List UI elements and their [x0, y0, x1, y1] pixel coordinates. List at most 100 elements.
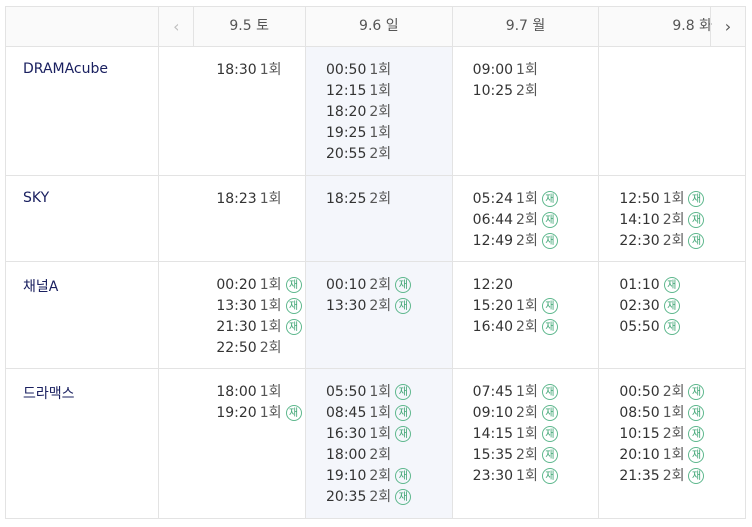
- rerun-badge-icon: 재: [541, 319, 558, 335]
- next-day-arrow-icon[interactable]: ›: [710, 7, 745, 46]
- airing-item: 08:50 1회 재: [599, 403, 745, 424]
- episode-number: 2회: [369, 489, 392, 505]
- airing-time: 18:20: [326, 104, 367, 120]
- airing-time: 08:45: [326, 405, 367, 421]
- airing-list: 18:25 2회: [306, 176, 452, 210]
- airing-list: 01:10 재 02:30 재 05:50 재: [599, 262, 745, 338]
- airing-list: 00:10 2회 재 13:30 2회 재: [306, 262, 452, 317]
- airing-item: 12:20: [453, 275, 599, 296]
- airing-time: 09:10: [472, 405, 514, 421]
- rerun-badge-icon: 재: [688, 233, 705, 249]
- airing-time: 08:50: [619, 405, 660, 421]
- episode-number: 2회: [369, 104, 392, 120]
- day-header-0: ‹ 9.5 토: [158, 6, 307, 47]
- airing-item: 13:30 2회 재: [306, 296, 452, 317]
- rerun-badge-icon: 재: [541, 405, 558, 421]
- airing-item: 16:30 1회 재: [306, 424, 452, 445]
- day-slot-cell: [598, 46, 746, 176]
- episode-number: 1회: [259, 405, 282, 421]
- airing-list: [599, 47, 745, 60]
- channel-name[interactable]: 드라맥스: [4, 368, 160, 519]
- airing-time: 12:50: [619, 191, 660, 207]
- airing-time: 13:30: [216, 298, 257, 314]
- day-slot-cell: 09:00 1회 10:25 2회: [451, 46, 600, 176]
- day-slot-cell: 18:00 1회 19:20 1회 재: [158, 368, 307, 519]
- airing-time: 16:30: [326, 426, 367, 442]
- airing-time: 05:50: [326, 384, 367, 400]
- airing-time: 18:30: [216, 62, 257, 78]
- day-header-3: 9.8 화 ›: [598, 6, 746, 47]
- airing-time: 10:25: [472, 83, 514, 99]
- episode-number: 1회: [259, 384, 282, 400]
- rerun-badge-icon: 재: [688, 426, 705, 442]
- airing-time: 12:20: [472, 277, 514, 293]
- rerun-badge-icon: 재: [395, 298, 412, 314]
- rerun-badge-icon: 재: [663, 298, 680, 314]
- episode-number: 2회: [369, 468, 392, 484]
- episode-number: 1회: [259, 298, 282, 314]
- channel-row: 드라맥스 18:00 1회 19:20 1회 재 05:50 1회 재 08:45 1회 재 16:30…: [4, 368, 746, 519]
- airing-time: 13:30: [326, 298, 367, 314]
- schedule-table: ‹ 9.5 토 9.6 일 9.7 월 9.8 화 › DRAMAcube 18:…: [4, 6, 746, 519]
- channel-name[interactable]: DRAMAcube: [4, 46, 160, 176]
- day-slot-cell: 00:10 2회 재 13:30 2회 재: [305, 261, 453, 369]
- airing-item: 13:30 1회 재: [159, 296, 305, 317]
- airing-time: 21:35: [619, 468, 660, 484]
- episode-number: 1회: [516, 62, 538, 78]
- prev-day-arrow-icon[interactable]: ‹: [159, 7, 195, 46]
- rerun-badge-icon: 재: [395, 405, 412, 421]
- airing-item: 00:50 1회: [306, 60, 452, 81]
- day-slot-cell: 12:50 1회 재 14:10 2회 재 22:30 2회 재: [598, 175, 746, 262]
- rerun-badge-icon: 재: [688, 191, 705, 207]
- schedule-header-row: ‹ 9.5 토 9.6 일 9.7 월 9.8 화 ›: [4, 6, 746, 47]
- episode-number: 2회: [516, 319, 538, 335]
- rerun-badge-icon: 재: [395, 426, 412, 442]
- episode-number: 1회: [259, 319, 282, 335]
- episode-number: 1회: [259, 191, 282, 207]
- episode-number: 1회: [259, 62, 282, 78]
- episode-number: 1회: [662, 405, 685, 421]
- episode-number: 2회: [662, 212, 685, 228]
- airing-item: 06:44 2회 재: [453, 210, 599, 231]
- airing-time: 20:10: [619, 447, 660, 463]
- channel-name[interactable]: SKY: [4, 175, 160, 262]
- airing-time: 02:30: [619, 298, 660, 314]
- rerun-badge-icon: 재: [688, 212, 705, 228]
- airing-time: 01:10: [619, 277, 660, 293]
- day-header-2: 9.7 월: [451, 6, 600, 47]
- airing-item: 14:15 1회 재: [453, 424, 599, 445]
- rerun-badge-icon: 재: [285, 405, 302, 421]
- airing-item: 07:45 1회 재: [453, 382, 599, 403]
- episode-number: 2회: [662, 384, 685, 400]
- episode-number: 2회: [662, 426, 685, 442]
- airing-item: 20:35 2회 재: [306, 487, 452, 508]
- episode-number: 2회: [259, 340, 282, 356]
- episode-number: 2회: [369, 447, 392, 463]
- rerun-badge-icon: 재: [663, 319, 680, 335]
- channel-row: SKY 18:23 1회 18:25 2회 05:24 1회 재 06:44 2회 재 12:49 2회…: [4, 175, 746, 262]
- rerun-badge-icon: 재: [395, 277, 412, 293]
- airing-list: 05:24 1회 재 06:44 2회 재 12:49 2회 재: [453, 176, 599, 252]
- airing-time: 00:50: [619, 384, 660, 400]
- airing-time: 07:45: [472, 384, 514, 400]
- airing-item: 00:10 2회 재: [306, 275, 452, 296]
- day-slot-cell: 05:50 1회 재 08:45 1회 재 16:30 1회 재 18:00 2회 19:10 2회 재 2…: [305, 368, 453, 519]
- airing-item: 09:10 2회 재: [453, 403, 599, 424]
- airing-item: 05:50 재: [599, 317, 745, 338]
- airing-item: 18:00 2회: [306, 445, 452, 466]
- airing-item: 19:20 1회 재: [159, 403, 305, 424]
- rerun-badge-icon: 재: [688, 447, 705, 463]
- day-slot-cell: 05:24 1회 재 06:44 2회 재 12:49 2회 재: [451, 175, 600, 262]
- episode-number: 1회: [662, 191, 685, 207]
- day-label: 9.6 일: [359, 18, 399, 34]
- airing-item: 23:30 1회 재: [453, 466, 599, 487]
- airing-item: 12:15 1회: [306, 81, 452, 102]
- airing-item: 10:15 2회 재: [599, 424, 745, 445]
- airing-item: 20:10 1회 재: [599, 445, 745, 466]
- airing-time: 10:15: [619, 426, 660, 442]
- channel-name[interactable]: 채널A: [4, 261, 160, 369]
- airing-item: 18:23 1회: [159, 189, 305, 210]
- airing-time: 19:10: [326, 468, 367, 484]
- airing-time: 23:30: [472, 468, 514, 484]
- airing-time: 00:50: [326, 62, 367, 78]
